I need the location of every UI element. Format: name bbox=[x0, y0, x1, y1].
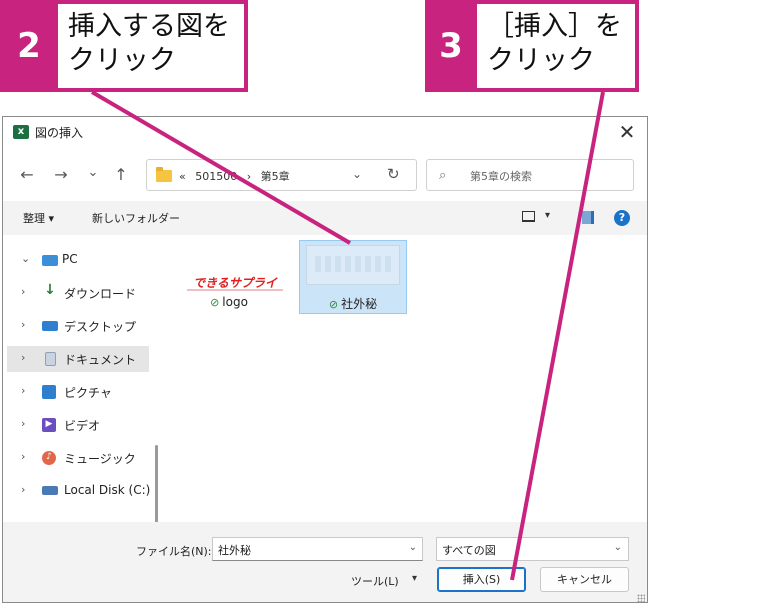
download-icon: ↓ bbox=[44, 282, 56, 298]
breadcrumb-item-chapter5[interactable]: 第5章 bbox=[261, 170, 290, 183]
confidential-thumbnail bbox=[306, 245, 400, 285]
command-bar: 整理 ▾ 新しいフォルダー ▾ ? bbox=[3, 201, 647, 235]
sidebar-item-label: ミュージック bbox=[64, 452, 136, 466]
sidebar-item-music[interactable]: › ♪ ミュージック bbox=[7, 445, 149, 471]
callout-step-2-text: 挿入する図を クリック bbox=[58, 0, 248, 92]
back-arrow-icon[interactable]: ← bbox=[17, 165, 37, 184]
view-icon[interactable] bbox=[522, 211, 535, 222]
tools-dropdown-icon[interactable]: ▾ bbox=[412, 573, 417, 584]
insert-button[interactable]: 挿入(S) bbox=[437, 567, 526, 592]
filetype-value: すべての図 bbox=[442, 544, 496, 557]
sidebar-item-label: ドキュメント bbox=[64, 353, 137, 367]
callout-step-3-line2: クリック bbox=[487, 45, 595, 76]
organize-button[interactable]: 整理 ▾ bbox=[23, 210, 54, 226]
callout-step-2-number: 2 bbox=[0, 0, 58, 92]
breadcrumb-item-501500[interactable]: 501500 bbox=[195, 170, 237, 183]
sidebar-item-label: ダウンロード bbox=[64, 287, 137, 301]
search-icon: ⌕ bbox=[439, 168, 447, 183]
chevron-right-icon[interactable]: › bbox=[21, 318, 25, 331]
file-name: logo bbox=[222, 295, 248, 309]
file-item-logo[interactable]: できるサプライ ⊘ logo bbox=[163, 241, 283, 313]
sidebar-item-local-disk[interactable]: › Local Disk (C:) bbox=[7, 478, 151, 504]
address-bar[interactable]: « 501500 › 第5章 ⌄ ↻ bbox=[146, 159, 417, 191]
chevron-right-icon[interactable]: › bbox=[21, 351, 25, 364]
file-item-confidential[interactable]: ⊘ 社外秘 bbox=[299, 240, 407, 314]
new-folder-button[interactable]: 新しいフォルダー bbox=[92, 210, 180, 226]
callout-step-2-line1: 挿入する図を bbox=[68, 11, 230, 42]
title-bar: x 図の挿入 ✕ bbox=[3, 117, 647, 149]
excel-app-icon: x bbox=[13, 125, 29, 139]
chevron-down-icon[interactable]: ⌄ bbox=[21, 252, 30, 265]
up-arrow-icon[interactable]: ↑ bbox=[111, 165, 131, 184]
pictures-icon bbox=[42, 385, 56, 399]
breadcrumb-overflow[interactable]: « bbox=[179, 170, 186, 183]
tools-button[interactable]: ツール(L) bbox=[351, 573, 399, 589]
filename-label: ファイル名(N): bbox=[136, 545, 212, 558]
logo-thumbnail: できるサプライ bbox=[187, 275, 283, 291]
filename-value: 社外秘 bbox=[218, 544, 251, 557]
sidebar-item-label: ピクチャ bbox=[64, 386, 112, 400]
close-icon[interactable]: ✕ bbox=[617, 120, 637, 144]
sidebar-item-label: ビデオ bbox=[64, 419, 101, 433]
sidebar-item-pictures[interactable]: › ピクチャ bbox=[7, 379, 149, 405]
callout-step-2: 2 挿入する図を クリック bbox=[0, 0, 248, 92]
folder-icon bbox=[156, 167, 172, 182]
sidebar-item-downloads[interactable]: › ↓ ダウンロード bbox=[7, 280, 149, 306]
search-input[interactable]: ⌕ 第5章の検索 bbox=[426, 159, 634, 191]
forward-arrow-icon[interactable]: → bbox=[51, 165, 71, 184]
pc-icon bbox=[42, 255, 58, 266]
breadcrumb-separator: › bbox=[246, 170, 252, 183]
document-icon bbox=[45, 352, 56, 366]
dialog-footer: ファイル名(N): 社外秘 ⌄ すべての図 ⌄ ツール(L) ▾ 挿入(S) キ… bbox=[3, 522, 647, 602]
breadcrumb: « 501500 › 第5章 bbox=[179, 168, 296, 184]
sidebar-item-documents[interactable]: › ドキュメント bbox=[7, 346, 149, 372]
callout-step-3-number: 3 bbox=[425, 0, 477, 92]
address-row: ← → ⌄ ↑ « 501500 › 第5章 ⌄ ↻ ⌕ 第5章の検索 bbox=[3, 157, 647, 193]
dialog-title: 図の挿入 bbox=[35, 126, 84, 140]
insert-picture-dialog: x 図の挿入 ✕ ← → ⌄ ↑ « 501500 › 第5章 ⌄ ↻ ⌕ 第5… bbox=[2, 116, 648, 603]
sync-status-icon: ⊘ bbox=[210, 296, 220, 309]
search-placeholder: 第5章の検索 bbox=[470, 170, 532, 183]
callout-step-3-line1: ［挿入］を bbox=[487, 11, 622, 42]
file-list: できるサプライ ⊘ logo ⊘ 社外秘 bbox=[163, 235, 647, 522]
callout-step-3-text: ［挿入］を クリック bbox=[477, 0, 639, 92]
sidebar-item-pc[interactable]: ⌄ PC bbox=[7, 247, 149, 273]
music-icon: ♪ bbox=[42, 451, 56, 465]
recent-locations-icon[interactable]: ⌄ bbox=[83, 165, 103, 180]
chevron-right-icon[interactable]: › bbox=[21, 285, 25, 298]
chevron-down-icon[interactable]: ⌄ bbox=[614, 542, 622, 553]
view-dropdown-icon[interactable]: ▾ bbox=[545, 210, 550, 221]
chevron-right-icon[interactable]: › bbox=[21, 483, 25, 496]
chevron-right-icon[interactable]: › bbox=[21, 417, 25, 430]
chevron-down-icon[interactable]: ⌄ bbox=[409, 542, 417, 553]
callout-step-2-line2: クリック bbox=[68, 45, 176, 76]
sidebar-item-label: Local Disk (C:) bbox=[64, 483, 151, 497]
video-icon: ▶ bbox=[42, 418, 56, 432]
resize-grip[interactable] bbox=[637, 594, 645, 602]
preview-pane-icon[interactable] bbox=[582, 211, 594, 224]
filetype-select[interactable]: すべての図 ⌄ bbox=[436, 537, 629, 561]
disk-icon bbox=[42, 486, 58, 495]
sidebar-item-label: デスクトップ bbox=[64, 320, 137, 334]
sidebar-item-desktop[interactable]: › デスクトップ bbox=[7, 313, 149, 339]
address-dropdown-icon[interactable]: ⌄ bbox=[352, 167, 362, 181]
refresh-icon[interactable]: ↻ bbox=[387, 165, 400, 183]
file-label: ⊘ logo bbox=[175, 295, 283, 309]
chevron-right-icon[interactable]: › bbox=[21, 384, 25, 397]
sidebar-item-videos[interactable]: › ▶ ビデオ bbox=[7, 412, 149, 438]
callout-step-3: 3 ［挿入］を クリック bbox=[425, 0, 639, 92]
help-icon[interactable]: ? bbox=[614, 210, 630, 226]
desktop-icon bbox=[42, 321, 58, 331]
sync-status-icon: ⊘ bbox=[328, 298, 339, 311]
chevron-right-icon[interactable]: › bbox=[21, 450, 25, 463]
navigation-pane: ⌄ PC › ↓ ダウンロード › デスクトップ › ドキュメント › ピクチャ… bbox=[3, 235, 163, 602]
sidebar-item-label: PC bbox=[62, 252, 78, 266]
filename-input[interactable]: 社外秘 ⌄ bbox=[212, 537, 423, 561]
cancel-button[interactable]: キャンセル bbox=[540, 567, 629, 592]
file-label: ⊘ 社外秘 bbox=[300, 295, 406, 312]
file-name: 社外秘 bbox=[341, 297, 378, 311]
